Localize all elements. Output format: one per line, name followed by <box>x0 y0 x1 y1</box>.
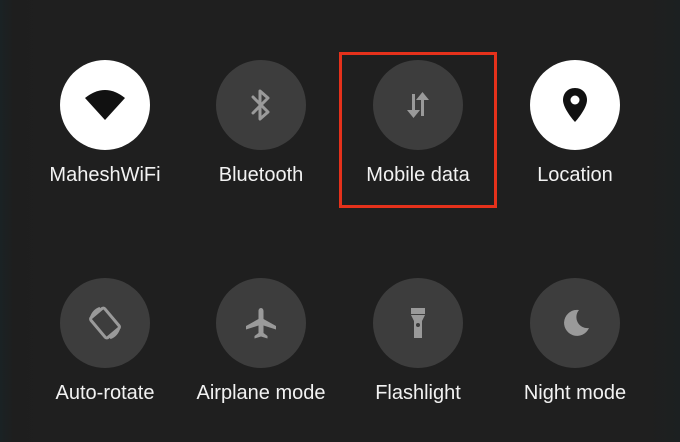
moon-icon <box>558 306 592 340</box>
bluetooth-toggle[interactable] <box>216 60 306 150</box>
night-mode-toggle[interactable] <box>530 278 620 368</box>
wifi-icon <box>83 88 127 122</box>
flashlight-icon <box>406 305 430 341</box>
auto-rotate-icon <box>85 303 125 343</box>
auto-rotate-toggle[interactable] <box>60 278 150 368</box>
tile-label: Location <box>537 164 613 186</box>
airplane-icon <box>243 305 279 341</box>
tile-wifi[interactable]: MaheshWiFi <box>30 60 180 220</box>
airplane-mode-toggle[interactable] <box>216 278 306 368</box>
quick-settings-panel: MaheshWiFi Bluetooth Mobile data Locatio… <box>0 0 680 442</box>
wifi-toggle[interactable] <box>60 60 150 150</box>
tile-airplane-mode[interactable]: Airplane mode <box>186 278 336 438</box>
tile-bluetooth[interactable]: Bluetooth <box>186 60 336 220</box>
mobile-data-highlight-box <box>339 52 497 208</box>
location-pin-icon <box>560 86 590 124</box>
tile-auto-rotate[interactable]: Auto-rotate <box>30 278 180 438</box>
tile-flashlight[interactable]: Flashlight <box>343 278 493 438</box>
bluetooth-icon <box>248 88 274 122</box>
flashlight-toggle[interactable] <box>373 278 463 368</box>
location-toggle[interactable] <box>530 60 620 150</box>
tile-location[interactable]: Location <box>500 60 650 220</box>
tile-night-mode[interactable]: Night mode <box>500 278 650 438</box>
tile-label: Night mode <box>523 382 627 404</box>
